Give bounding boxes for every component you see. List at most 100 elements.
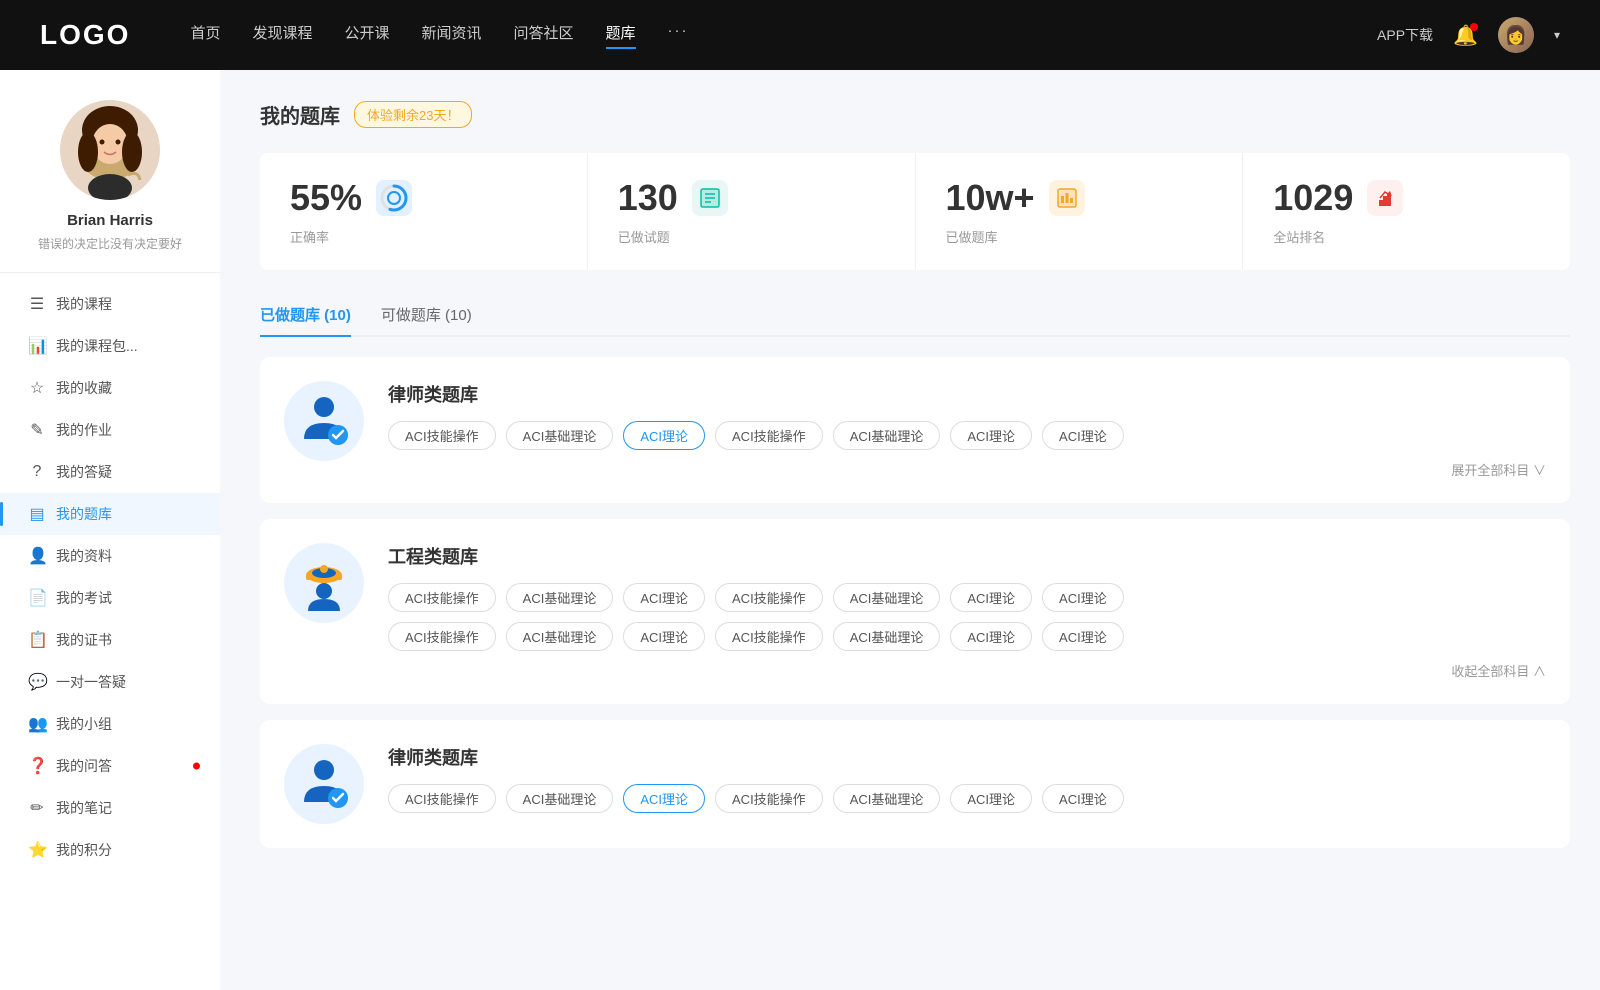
sidebar-item-1on1[interactable]: 💬 一对一答疑 xyxy=(0,661,220,703)
nav-news[interactable]: 新闻资讯 xyxy=(422,22,482,49)
main-content: 我的题库 体验剩余23天！ 55% 正确率 xyxy=(220,70,1600,990)
profile-icon: 👤 xyxy=(28,546,46,566)
tag[interactable]: ACI基础理论 xyxy=(833,784,941,813)
tag[interactable]: ACI理论 xyxy=(1042,622,1124,651)
sidebar-item-group[interactable]: 👥 我的小组 xyxy=(0,703,220,745)
group-icon: 👥 xyxy=(28,714,46,734)
sidebar-item-label: 我的考试 xyxy=(56,588,112,608)
tag[interactable]: ACI技能操作 xyxy=(388,583,496,612)
notification-bell[interactable]: 🔔 xyxy=(1453,23,1478,48)
tag[interactable]: ACI技能操作 xyxy=(715,784,823,813)
tab-done[interactable]: 已做题库 (10) xyxy=(260,294,351,337)
tag[interactable]: ACI理论 xyxy=(1042,583,1124,612)
questions-icon xyxy=(692,180,728,216)
sidebar-item-certificate[interactable]: 📋 我的证书 xyxy=(0,619,220,661)
sidebar-item-questions[interactable]: ? 我的答疑 xyxy=(0,451,220,493)
tag[interactable]: ACI理论 xyxy=(950,421,1032,450)
tag[interactable]: ACI技能操作 xyxy=(715,583,823,612)
sidebar-item-label: 我的小组 xyxy=(56,714,112,734)
sidebar-item-profile[interactable]: 👤 我的资料 xyxy=(0,535,220,577)
bank-name-lawyer: 律师类题库 xyxy=(388,381,1546,407)
nav-home[interactable]: 首页 xyxy=(190,22,220,49)
sidebar-item-label: 我的题库 xyxy=(56,504,112,524)
tag[interactable]: ACI理论 xyxy=(950,583,1032,612)
bank-card-lawyer-1: 律师类题库 ACI技能操作 ACI基础理论 ACI理论 ACI技能操作 ACI基… xyxy=(260,357,1570,503)
sidebar-item-label: 我的收藏 xyxy=(56,378,112,398)
notification-dot xyxy=(1470,23,1478,31)
notes-icon: ✏ xyxy=(28,798,46,818)
tag[interactable]: ACI基础理论 xyxy=(506,784,614,813)
my-qa-icon: ❓ xyxy=(28,756,46,776)
sidebar-item-my-qa[interactable]: ❓ 我的问答 xyxy=(0,745,220,787)
nav-discover[interactable]: 发现课程 xyxy=(252,22,312,49)
avatar-chevron-icon[interactable]: ▾ xyxy=(1554,28,1560,42)
sidebar-item-course-package[interactable]: 📊 我的课程包... xyxy=(0,325,220,367)
tag[interactable]: ACI基础理论 xyxy=(506,421,614,450)
engineer-tags-row1: ACI技能操作 ACI基础理论 ACI理论 ACI技能操作 ACI基础理论 AC… xyxy=(388,583,1546,612)
sidebar-item-favorites[interactable]: ☆ 我的收藏 xyxy=(0,367,220,409)
sidebar-item-label: 我的资料 xyxy=(56,546,112,566)
sidebar-item-points[interactable]: ⭐ 我的积分 xyxy=(0,829,220,871)
tag[interactable]: ACI基础理论 xyxy=(833,583,941,612)
questions-label: 已做试题 xyxy=(618,227,885,246)
nav-links: 首页 发现课程 公开课 新闻资讯 问答社区 题库 ··· xyxy=(190,22,1337,49)
sidebar-item-course[interactable]: ☰ 我的课程 xyxy=(0,283,220,325)
ranking-label: 全站排名 xyxy=(1273,227,1540,246)
sidebar-item-label: 我的答疑 xyxy=(56,462,112,482)
tag[interactable]: ACI理论 xyxy=(1042,421,1124,450)
profile-avatar xyxy=(60,100,160,200)
banks-value: 10w+ xyxy=(946,177,1035,219)
lawyer-bank-info: 律师类题库 ACI技能操作 ACI基础理论 ACI理论 ACI技能操作 ACI基… xyxy=(388,381,1546,479)
nav-open[interactable]: 公开课 xyxy=(344,22,389,49)
stats-row: 55% 正确率 130 xyxy=(260,153,1570,270)
bank-name-engineer: 工程类题库 xyxy=(388,543,1546,569)
avatar[interactable]: 👩 xyxy=(1498,17,1534,53)
tag-active[interactable]: ACI理论 xyxy=(623,784,705,813)
nav-qa[interactable]: 问答社区 xyxy=(514,22,574,49)
profile-motto: 错误的决定比没有决定要好 xyxy=(20,235,200,252)
stat-questions: 130 已做试题 xyxy=(588,153,916,270)
app-download[interactable]: APP下载 xyxy=(1377,25,1433,45)
sidebar-item-notes[interactable]: ✏ 我的笔记 xyxy=(0,787,220,829)
sidebar-item-label: 我的问答 xyxy=(56,756,112,776)
expand-btn-1[interactable]: 展开全部科目 ∨ xyxy=(388,460,1546,479)
accuracy-label: 正确率 xyxy=(290,227,557,246)
ranking-icon xyxy=(1367,180,1403,216)
sidebar-item-homework[interactable]: ✎ 我的作业 xyxy=(0,409,220,451)
tag[interactable]: ACI技能操作 xyxy=(715,622,823,651)
sidebar-item-label: 我的课程包... xyxy=(56,336,138,356)
nav-bank[interactable]: 题库 xyxy=(606,22,636,49)
tag[interactable]: ACI基础理论 xyxy=(833,421,941,450)
tab-todo[interactable]: 可做题库 (10) xyxy=(381,294,472,337)
nav-more[interactable]: ··· xyxy=(668,22,689,49)
tag-active[interactable]: ACI理论 xyxy=(623,421,705,450)
tag[interactable]: ACI基础理论 xyxy=(506,622,614,651)
tag[interactable]: ACI理论 xyxy=(950,784,1032,813)
sidebar-item-label: 我的作业 xyxy=(56,420,112,440)
tag[interactable]: ACI理论 xyxy=(623,622,705,651)
lawyer-icon-wrap xyxy=(284,381,364,461)
course-icon: ☰ xyxy=(28,294,46,314)
tag[interactable]: ACI技能操作 xyxy=(388,622,496,651)
tag[interactable]: ACI基础理论 xyxy=(833,622,941,651)
sidebar-item-bank[interactable]: ▤ 我的题库 xyxy=(0,493,220,535)
sidebar-item-exam[interactable]: 📄 我的考试 xyxy=(0,577,220,619)
sidebar-item-label: 我的积分 xyxy=(56,840,112,860)
tag[interactable]: ACI理论 xyxy=(1042,784,1124,813)
tag[interactable]: ACI基础理论 xyxy=(506,583,614,612)
collapse-btn-2[interactable]: 收起全部科目 ∧ xyxy=(388,661,1546,680)
tag[interactable]: ACI技能操作 xyxy=(388,784,496,813)
sidebar-menu: ☰ 我的课程 📊 我的课程包... ☆ 我的收藏 ✎ 我的作业 ? 我的答疑 ▤ xyxy=(0,273,220,881)
tag[interactable]: ACI理论 xyxy=(623,583,705,612)
tag[interactable]: ACI理论 xyxy=(950,622,1032,651)
trial-badge: 体验剩余23天！ xyxy=(354,101,472,128)
sidebar-item-label: 我的笔记 xyxy=(56,798,112,818)
stat-ranking: 1029 全站排名 xyxy=(1243,153,1570,270)
bank-card-lawyer-2: 律师类题库 ACI技能操作 ACI基础理论 ACI理论 ACI技能操作 ACI基… xyxy=(260,720,1570,848)
banks-label: 已做题库 xyxy=(946,227,1213,246)
tag[interactable]: ACI技能操作 xyxy=(388,421,496,450)
questions-icon: ? xyxy=(28,463,46,481)
tag[interactable]: ACI技能操作 xyxy=(715,421,823,450)
logo: LOGO xyxy=(40,19,130,51)
lawyer2-icon-wrap xyxy=(284,744,364,824)
